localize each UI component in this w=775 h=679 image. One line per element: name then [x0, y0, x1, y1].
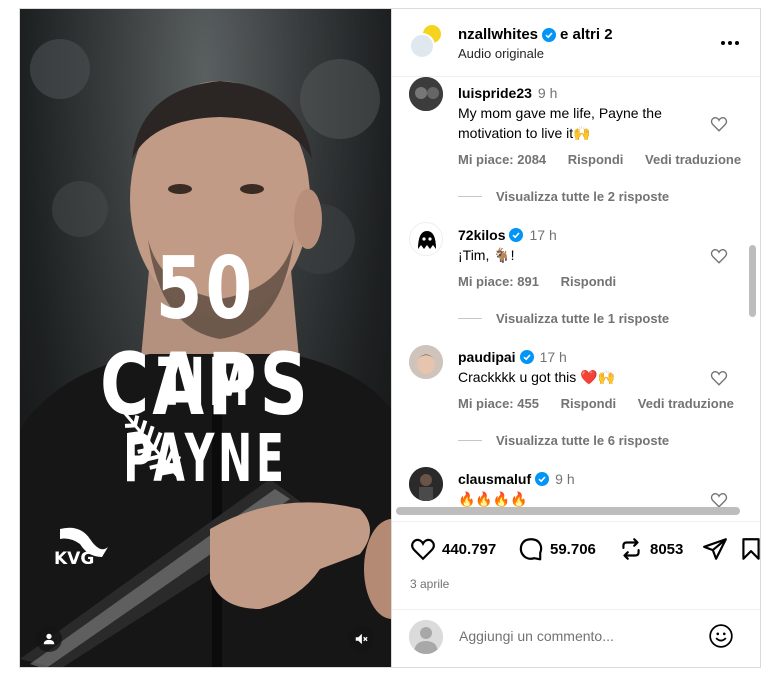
post-dialog: 50 CAPS TIM PAYNE KVG nzallwhites e altr…	[19, 8, 761, 668]
heart-icon	[411, 538, 435, 561]
comment-likes[interactable]: Mi piace: 891	[458, 274, 539, 289]
video-title-line2: TIM PAYNE	[123, 344, 288, 497]
comment-username-row: clausmaluf 9 h	[458, 471, 575, 487]
view-replies-label: Visualizza tutte le 2 risposte	[496, 189, 670, 204]
repost-button[interactable]: 8053	[618, 536, 683, 562]
comment-likes[interactable]: Mi piace: 2084	[458, 152, 546, 167]
heart-icon[interactable]	[710, 247, 728, 265]
avatar[interactable]	[409, 345, 443, 379]
avatar	[409, 33, 435, 59]
comment-meta: Mi piace: 2084 Rispondi Vedi traduzione	[458, 152, 759, 167]
more-options-button[interactable]	[718, 31, 742, 55]
post-side-panel: nzallwhites e altri 2 Audio originale lu…	[391, 9, 760, 667]
comment-text: ¡Tim, 🐐!	[458, 247, 515, 263]
translate-button[interactable]: Vedi traduzione	[645, 152, 741, 167]
comment-count: 59.706	[550, 540, 596, 558]
user-icon	[43, 633, 55, 645]
comment-username[interactable]: clausmaluf	[458, 471, 531, 487]
comment-time[interactable]: 17 h	[540, 349, 567, 365]
verified-badge-icon	[542, 27, 557, 42]
post-actions-bar: 440.797 59.706 8053 3 aprile	[392, 521, 760, 597]
author-row: nzallwhites e altri 2	[458, 26, 613, 43]
speaker-muted-icon	[355, 633, 368, 645]
comment-username[interactable]: paudipai	[458, 349, 516, 365]
avatar[interactable]	[409, 467, 443, 501]
comments-list[interactable]: luispride23 9 h My mom gave me life, Pay…	[392, 77, 760, 517]
post-video[interactable]: 50 CAPS TIM PAYNE KVG	[20, 9, 391, 667]
comment-meta: Mi piace: 455 Rispondi Vedi traduzione	[458, 396, 752, 411]
send-icon	[703, 538, 727, 560]
heart-icon[interactable]	[710, 115, 728, 133]
view-replies-button[interactable]: Visualizza tutte le 2 risposte	[458, 189, 669, 204]
translate-button[interactable]: Vedi traduzione	[638, 396, 734, 411]
like-button[interactable]: 440.797	[410, 536, 496, 562]
comment-bubble-icon	[519, 538, 543, 561]
view-replies-button[interactable]: Visualizza tutte le 6 risposte	[458, 433, 669, 448]
comment-username-row: 72kilos 17 h	[458, 227, 557, 243]
comment-text: My mom gave me life, Payne the motivatio…	[458, 105, 662, 141]
comment-likes[interactable]: Mi piace: 455	[458, 396, 539, 411]
repost-icon	[622, 538, 640, 560]
comment-input[interactable]: Aggiungi un commento...	[459, 628, 614, 644]
tagged-users-button[interactable]	[36, 626, 62, 652]
post-header: nzallwhites e altri 2 Audio originale	[392, 9, 760, 77]
comment-time[interactable]: 9 h	[538, 85, 557, 101]
avatar[interactable]	[409, 222, 443, 256]
view-replies-button[interactable]: Visualizza tutte le 1 risposte	[458, 311, 669, 326]
comment-composer: Aggiungi un commento...	[392, 609, 760, 667]
reply-button[interactable]: Rispondi	[561, 396, 617, 411]
comments-horizontal-scrollbar[interactable]	[396, 507, 740, 515]
avatar	[409, 620, 443, 654]
verified-badge-icon	[519, 350, 534, 364]
author-avatar-stack[interactable]	[409, 23, 443, 59]
heart-icon[interactable]	[710, 369, 728, 387]
reply-button[interactable]: Rispondi	[568, 152, 624, 167]
repost-count: 8053	[650, 540, 684, 558]
comment-username-row: luispride23 9 h	[458, 85, 557, 101]
comment-time[interactable]: 17 h	[529, 227, 556, 243]
verified-badge-icon	[509, 228, 524, 242]
jersey-text: KVG	[54, 549, 95, 569]
view-replies-label: Visualizza tutte le 1 risposte	[496, 311, 670, 326]
comment-text: 🔥🔥🔥🔥	[458, 491, 528, 507]
comment-username[interactable]: 72kilos	[458, 227, 505, 243]
comment-username[interactable]: luispride23	[458, 85, 532, 101]
comment-meta: Mi piace: 891 Rispondi	[458, 274, 634, 289]
comment-button[interactable]: 59.706	[518, 536, 596, 562]
save-button[interactable]	[738, 536, 760, 562]
verified-badge-icon	[535, 472, 550, 486]
reply-button[interactable]: Rispondi	[561, 274, 617, 289]
share-button[interactable]	[702, 536, 734, 562]
author-username[interactable]: nzallwhites	[458, 26, 538, 43]
like-count: 440.797	[442, 540, 497, 558]
more-horizontal-icon	[721, 41, 739, 45]
audio-label[interactable]: Audio originale	[458, 46, 544, 61]
emoji-icon[interactable]	[708, 623, 734, 649]
avatar[interactable]	[409, 77, 443, 111]
coauthors-link[interactable]: e altri 2	[560, 26, 613, 43]
comment-text: Crackkkk u got this ❤️🙌	[458, 369, 616, 385]
bookmark-icon	[742, 538, 760, 560]
comments-vertical-scrollbar[interactable]	[749, 245, 756, 317]
comment-username-row: paudipai 17 h	[458, 349, 567, 365]
post-date[interactable]: 3 aprile	[410, 577, 449, 591]
mute-button[interactable]	[348, 626, 374, 652]
view-replies-label: Visualizza tutte le 6 risposte	[496, 433, 670, 448]
comment-time[interactable]: 9 h	[555, 471, 574, 487]
